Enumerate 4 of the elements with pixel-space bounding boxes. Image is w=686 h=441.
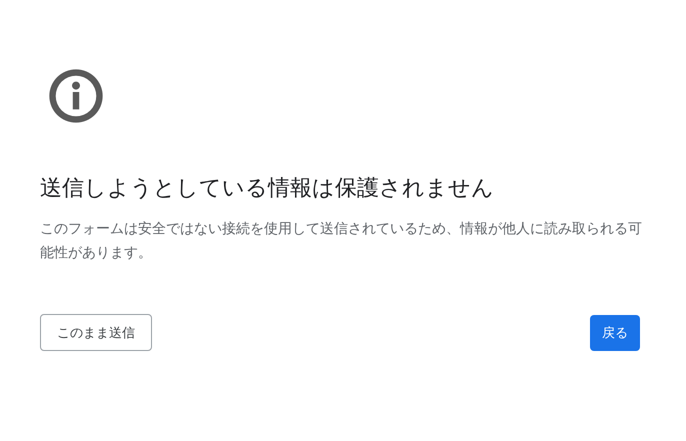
back-button[interactable]: 戻る <box>590 314 640 350</box>
submit-anyway-button[interactable]: このまま送信 <box>40 314 152 351</box>
warning-message: このフォームは安全ではない接続を使用して送信されているため、情報が他人に読み取られる可能性があります。 <box>40 219 643 262</box>
warning-title: 送信しようとしている情報は保護されません <box>40 174 495 202</box>
